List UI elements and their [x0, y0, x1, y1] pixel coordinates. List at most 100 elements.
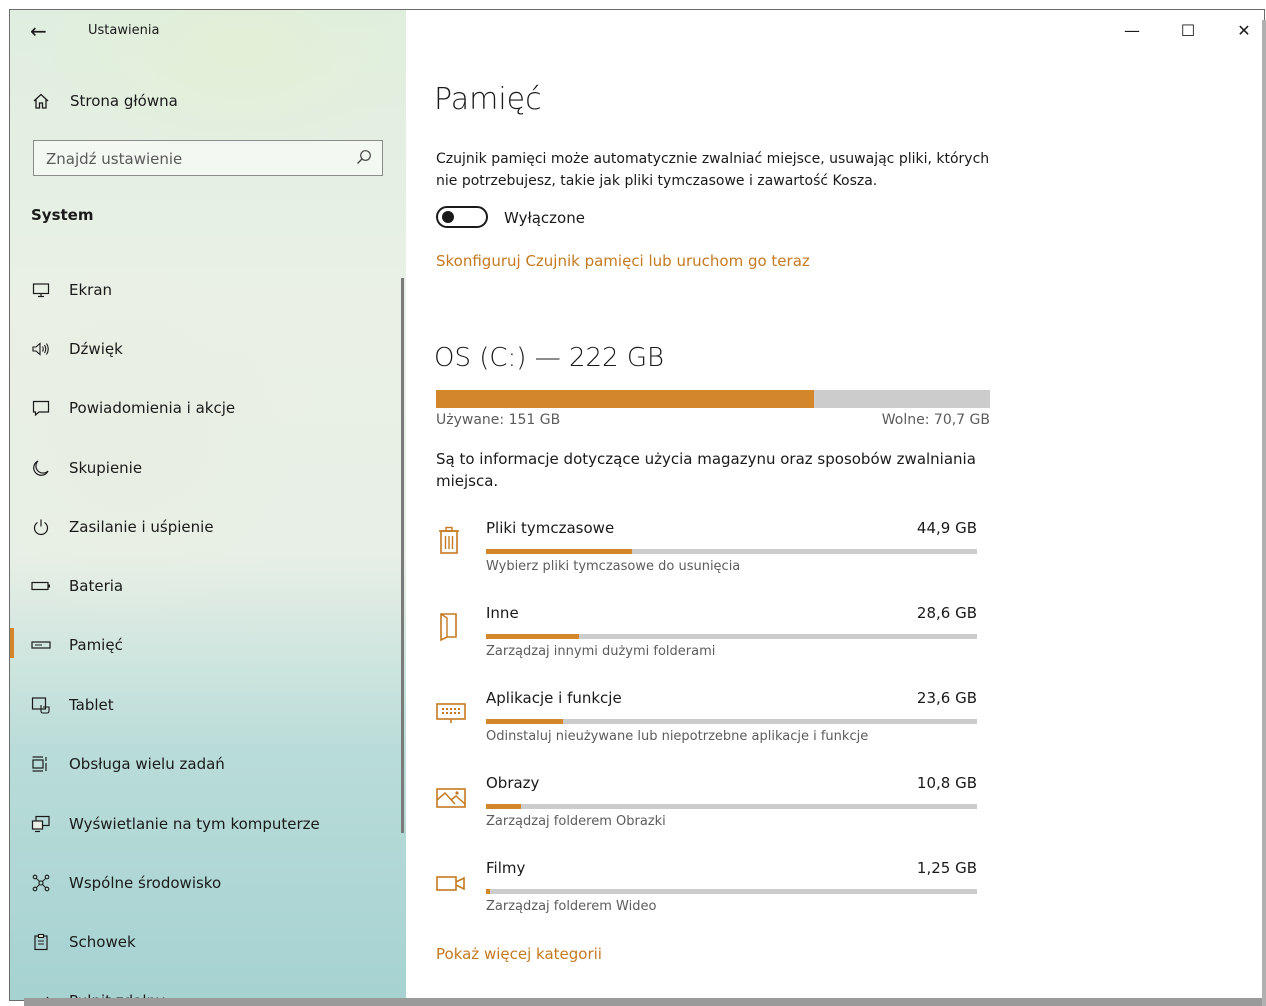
free-space-label: Wolne: 70,7 GB — [881, 412, 990, 428]
category-videos[interactable]: Filmy 1,25 GB Zarządzaj folderem Wideo — [436, 859, 986, 929]
category-other[interactable]: Inne 28,6 GB Zarządzaj innymi dużymi fol… — [436, 604, 986, 674]
sidebar-item-label: Zasilanie i uśpienie — [69, 518, 214, 536]
home-label: Strona główna — [70, 92, 178, 110]
category-subtitle: Zarządzaj folderem Obrazki — [486, 814, 666, 829]
category-size: 28,6 GB — [916, 604, 977, 622]
sidebar-item-wspolne[interactable]: Wspólne środowisko — [10, 861, 406, 905]
category-bar-fill — [486, 719, 563, 724]
category-name: Aplikacje i funkcje — [486, 689, 622, 707]
sidebar-scrollbar[interactable] — [401, 278, 404, 833]
window-shadow-right — [1262, 20, 1266, 1006]
toggle-knob — [442, 211, 454, 223]
back-arrow-icon[interactable]: ← — [30, 19, 47, 43]
category-name: Inne — [486, 604, 519, 622]
section-title: System — [31, 206, 94, 224]
sidebar-item-label: Wyświetlanie na tym komputerze — [69, 815, 320, 833]
storage-sense-description: Czujnik pamięci może automatycznie zwaln… — [436, 151, 990, 189]
drive-usage-fill — [436, 390, 814, 408]
sidebar-item-label: Obsługa wielu zadań — [69, 755, 225, 773]
sidebar-item-label: Skupienie — [69, 459, 143, 477]
sidebar-item-wyswietlanie[interactable]: Wyświetlanie na tym komputerze — [10, 802, 406, 846]
sidebar-item-schowek[interactable]: Schowek — [10, 920, 406, 964]
sidebar-item-tablet[interactable]: Tablet — [10, 683, 406, 727]
shared-experience-icon — [31, 873, 51, 893]
category-bar-fill — [486, 889, 490, 894]
home-icon — [31, 91, 51, 111]
category-subtitle: Zarządzaj folderem Wideo — [486, 899, 657, 914]
category-bar — [486, 804, 977, 809]
sidebar-item-bateria[interactable]: Bateria — [10, 564, 406, 608]
moon-icon — [31, 458, 51, 478]
trash-icon — [436, 525, 466, 557]
category-bar-fill — [486, 549, 632, 554]
sidebar-item-dzwiek[interactable]: Dźwięk — [10, 327, 406, 371]
sidebar-item-label: Schowek — [69, 933, 136, 951]
storage-icon — [31, 635, 51, 655]
notification-icon — [31, 398, 51, 418]
category-bar — [486, 719, 977, 724]
sidebar-item-label: Wspólne środowisko — [69, 874, 222, 892]
sidebar-item-zasilanie[interactable]: Zasilanie i uśpienie — [10, 505, 406, 549]
main-content: Pamięć Czujnik pamięci może automatyczni… — [406, 10, 1264, 1000]
sidebar-item-skupienie[interactable]: Skupienie — [10, 446, 406, 490]
category-subtitle: Zarządzaj innymi dużymi folderami — [486, 644, 716, 659]
window-shadow-bottom — [24, 998, 1266, 1006]
home-nav-item[interactable]: Strona główna — [10, 79, 406, 123]
category-subtitle: Odinstaluj nieużywane lub niepotrzebne a… — [486, 729, 869, 744]
sidebar-item-ekran[interactable]: Ekran — [10, 268, 406, 312]
category-size: 44,9 GB — [916, 519, 977, 537]
category-bar-fill — [486, 634, 579, 639]
show-more-categories-link[interactable]: Pokaż więcej kategorii — [436, 945, 602, 963]
sidebar-item-wiele-zadan[interactable]: Obsługa wielu zadań — [10, 742, 406, 786]
storage-sense-toggle[interactable] — [436, 206, 488, 228]
search-icon[interactable] — [356, 149, 372, 165]
category-size: 10,8 GB — [916, 774, 977, 792]
storage-info-text: Są to informacje dotyczące użycia magazy… — [436, 450, 976, 490]
category-size: 1,25 GB — [916, 859, 977, 877]
sidebar-item-label: Tablet — [69, 696, 114, 714]
sidebar-item-label: Pamięć — [69, 636, 123, 654]
battery-icon — [31, 576, 51, 596]
category-bar-fill — [486, 804, 521, 809]
video-icon — [436, 865, 466, 897]
keyboard-icon — [436, 695, 466, 727]
app-title: Ustawienia — [88, 23, 160, 38]
monitor-icon — [31, 280, 51, 300]
sidebar-item-powiadomienia[interactable]: Powiadomienia i akcje — [10, 386, 406, 430]
sidebar-item-label: Bateria — [69, 577, 124, 595]
document-icon — [436, 610, 466, 642]
clipboard-icon — [31, 932, 51, 952]
speaker-icon — [31, 339, 51, 359]
category-name: Pliki tymczasowe — [486, 519, 615, 537]
category-bar — [486, 634, 977, 639]
toggle-label: Wyłączone — [504, 209, 585, 227]
picture-icon — [436, 780, 466, 812]
power-icon — [31, 517, 51, 537]
search-box[interactable] — [33, 140, 383, 176]
category-bar — [486, 889, 977, 894]
tablet-icon — [31, 695, 51, 715]
sidebar: ← Ustawienia Strona główna System Ekran — [10, 10, 406, 1000]
category-size: 23,6 GB — [916, 689, 977, 707]
settings-window: ← Ustawienia Strona główna System Ekran — [9, 9, 1265, 1001]
sidebar-item-pamiec[interactable]: Pamięć — [10, 623, 406, 667]
title-bar: ← Ustawienia — [10, 10, 406, 54]
category-subtitle: Wybierz pliki tymczasowe do usunięcia — [486, 559, 741, 574]
multitasking-icon — [31, 754, 51, 774]
search-input[interactable] — [44, 147, 348, 171]
category-name: Obrazy — [486, 774, 540, 792]
sidebar-item-label: Ekran — [69, 281, 113, 299]
drive-title: OS (C:) — 222 GB — [434, 343, 665, 373]
sidebar-item-label: Dźwięk — [69, 340, 123, 358]
category-name: Filmy — [486, 859, 526, 877]
category-pictures[interactable]: Obrazy 10,8 GB Zarządzaj folderem Obrazk… — [436, 774, 986, 844]
category-apps[interactable]: Aplikacje i funkcje 23,6 GB Odinstaluj n… — [436, 689, 986, 759]
page-title: Pamięć — [434, 82, 542, 117]
project-icon — [31, 814, 51, 834]
category-bar — [486, 549, 977, 554]
sidebar-item-label: Powiadomienia i akcje — [69, 399, 236, 417]
used-space-label: Używane: 151 GB — [436, 412, 561, 428]
drive-usage-bar — [436, 390, 990, 408]
configure-storage-sense-link[interactable]: Skonfiguruj Czujnik pamięci lub uruchom … — [436, 252, 810, 270]
category-temp-files[interactable]: Pliki tymczasowe 44,9 GB Wybierz pliki t… — [436, 519, 986, 589]
